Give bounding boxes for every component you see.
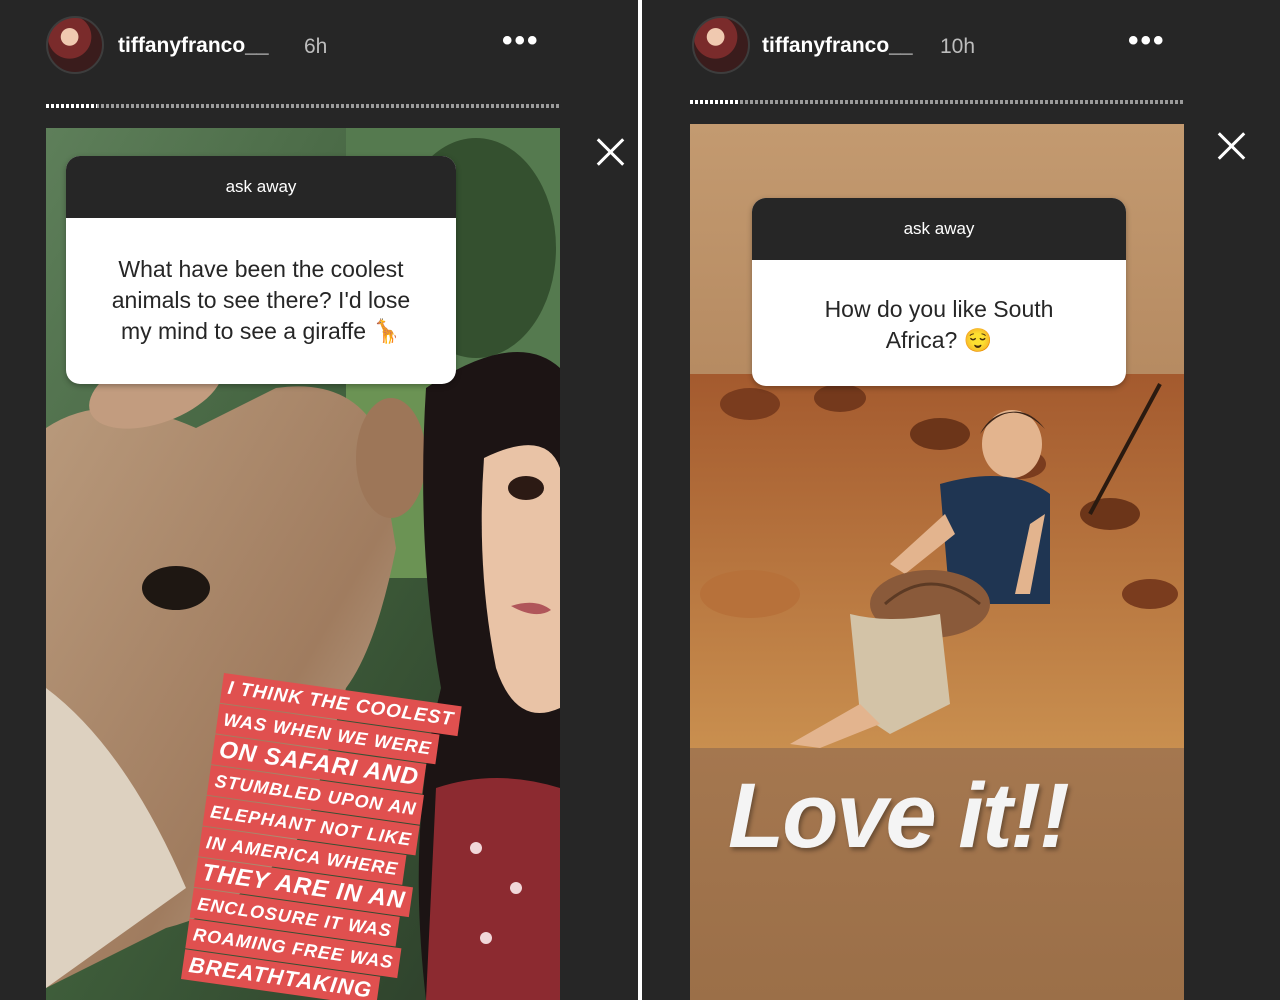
question-text: What have been the coolest animals to se… [66, 218, 456, 347]
close-icon[interactable] [1214, 128, 1250, 164]
story-photo-boy-tortoise [690, 374, 1184, 748]
story-media[interactable]: ask away How do you like South Africa? 😌… [690, 124, 1184, 1000]
username[interactable]: tiffanyfranco__ [762, 34, 913, 58]
question-line: animals to see there? I'd lose [111, 287, 411, 313]
story-progress-bar [690, 100, 1184, 104]
story-header: tiffanyfranco__ 10h ••• [642, 14, 1280, 78]
question-sticker: ask away What have been the coolest anim… [66, 156, 456, 384]
story-media[interactable]: ask away What have been the coolest anim… [46, 128, 560, 1000]
answer-text-block: I THINK THE COOLEST WAS WHEN WE WERE ON … [180, 673, 462, 1000]
avatar[interactable] [692, 16, 750, 74]
story-progress-bar [46, 104, 560, 108]
question-sticker-header: ask away [66, 156, 456, 218]
story-viewer-left: tiffanyfranco__ 6h ••• ask away What hav… [0, 0, 638, 1000]
question-line: How do you like South [824, 296, 1054, 322]
more-options-icon[interactable]: ••• [502, 26, 540, 56]
question-line: What have been the coolest [118, 256, 404, 282]
question-line: my mind to see a giraffe 🦒 [120, 318, 402, 344]
story-progress-fill [46, 104, 98, 108]
question-sticker-header: ask away [752, 198, 1126, 260]
close-icon[interactable] [593, 134, 629, 170]
username[interactable]: tiffanyfranco__ [118, 34, 269, 58]
time-ago: 6h [304, 35, 328, 58]
question-line: Africa? 😌 [885, 327, 993, 353]
story-progress-fill [690, 100, 740, 104]
avatar[interactable] [46, 16, 104, 74]
question-sticker: ask away How do you like South Africa? 😌 [752, 198, 1126, 386]
time-ago: 10h [940, 35, 976, 58]
question-text: How do you like South Africa? 😌 [752, 260, 1126, 356]
answer-text: Love it!! [728, 765, 1070, 867]
story-viewer-right: tiffanyfranco__ 10h ••• ask away How do … [642, 0, 1280, 1000]
story-header: tiffanyfranco__ 6h ••• [0, 14, 638, 78]
more-options-icon[interactable]: ••• [1128, 26, 1166, 56]
